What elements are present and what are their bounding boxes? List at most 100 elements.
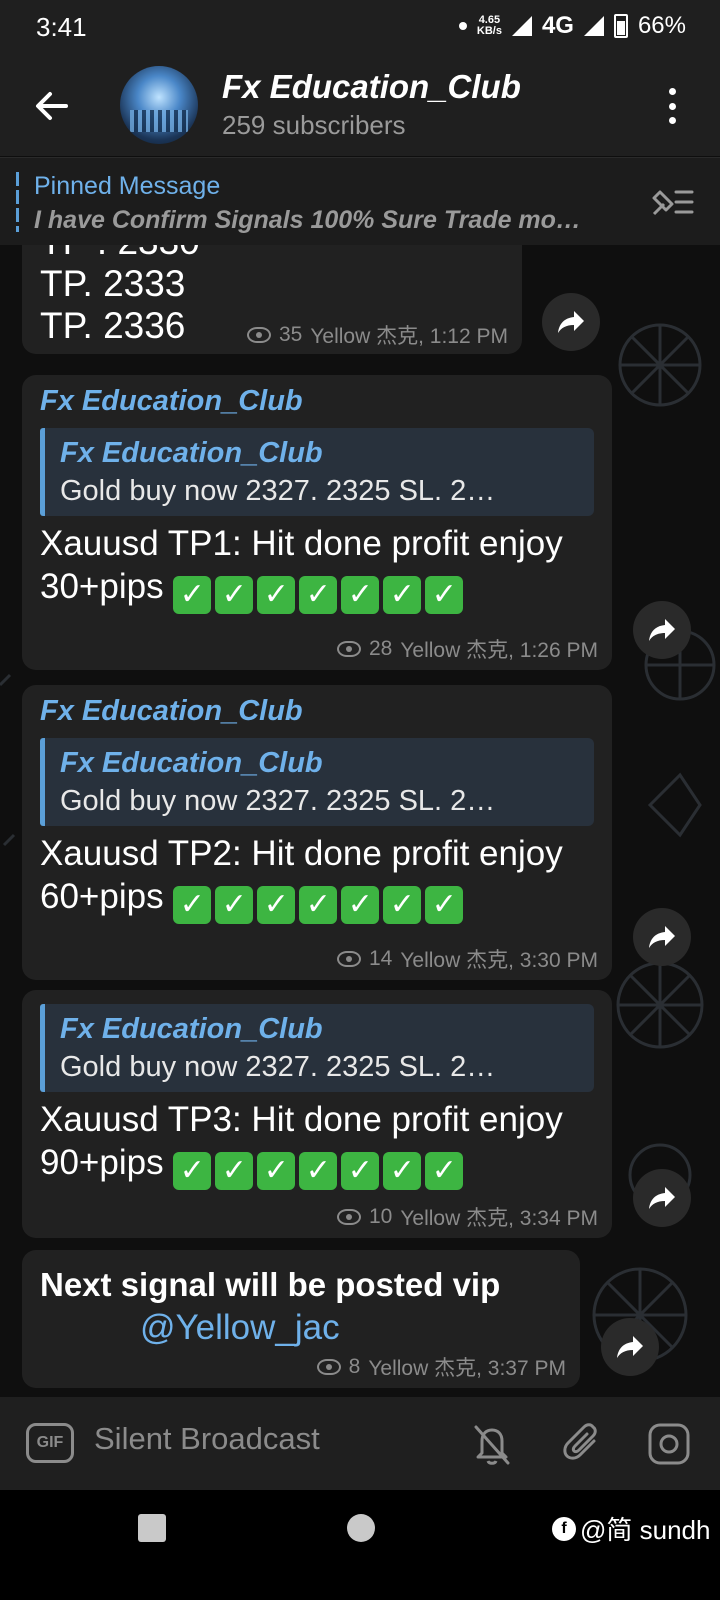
check-mark-icon: ✓: [215, 886, 254, 924]
pinned-text-content: I have Confirm Signals 100% Sure Trade m…: [34, 206, 581, 234]
forward-button[interactable]: [601, 1318, 659, 1376]
notification-dot-icon: [458, 22, 467, 30]
net-speed: 4.65 KB/s: [477, 15, 502, 37]
reply-preview[interactable]: Fx Education_Club Gold buy now 2327. 232…: [40, 738, 594, 826]
check-mark-icon: ✓: [299, 1152, 338, 1190]
message-input[interactable]: Silent Broadcast: [94, 1421, 320, 1457]
message-sender[interactable]: Fx Education_Club: [40, 385, 594, 418]
message-meta: 35 Yellow 杰克, 1:12 PM: [246, 320, 508, 350]
forward-button[interactable]: [633, 601, 691, 659]
message-next-signal[interactable]: Next signal will be posted vip @Yellow_j…: [22, 1250, 580, 1388]
check-mark-icon: ✓: [215, 576, 254, 614]
more-options-button[interactable]: [662, 86, 682, 126]
share-arrow-icon: [649, 619, 675, 641]
reply-title: Fx Education_Club: [60, 1013, 323, 1045]
chat-area[interactable]: TP . 2330 TP. 2333 TP. 2336 35 Yellow 杰克…: [0, 245, 720, 1397]
check-mark-icon: ✓: [257, 886, 296, 924]
attach-icon[interactable]: [560, 1421, 606, 1467]
message-tp1[interactable]: Fx Education_Club Fx Education_Club Gold…: [22, 375, 612, 670]
message-text: Next signal will be posted vip: [40, 1266, 501, 1303]
check-mark-icon: ✓: [173, 576, 212, 614]
message-partial[interactable]: TP . 2330 TP. 2333 TP. 2336 35 Yellow 杰克…: [22, 245, 522, 354]
pin-list-icon[interactable]: [648, 184, 696, 220]
status-bar: 3:41 4.65 KB/s 4G 66%: [0, 0, 720, 56]
watermark-logo-icon: f: [552, 1516, 576, 1541]
pinned-message-bar[interactable]: Pinned Message I have Confirm Signals 10…: [0, 157, 720, 245]
check-mark-icon: ✓: [257, 576, 296, 614]
forward-button[interactable]: [633, 1169, 691, 1227]
check-mark-icon: ✓: [425, 886, 464, 924]
message-meta: 8 Yellow 杰克, 3:37 PM: [316, 1352, 566, 1382]
check-mark-icon: ✓: [383, 576, 422, 614]
reply-preview[interactable]: Fx Education_Club Gold buy now 2327. 232…: [40, 428, 594, 516]
views-icon: [336, 951, 361, 967]
watermark-text: @简 sundh: [580, 1515, 711, 1545]
check-mark-icon: ✓: [383, 1152, 422, 1190]
check-mark-icon: ✓: [383, 886, 422, 924]
author-time: Yellow 杰克, 1:26 PM: [400, 639, 598, 662]
camera-icon[interactable]: [646, 1421, 692, 1467]
message-meta: 14 Yellow 杰克, 3:30 PM: [336, 944, 598, 974]
pinned-text: I have Confirm Signals 100% Sure Trade m…: [34, 206, 634, 235]
views-icon: [246, 327, 271, 343]
chat-header: Fx Education_Club 259 subscribers: [0, 56, 720, 156]
message-tp2[interactable]: Fx Education_Club Fx Education_Club Gold…: [22, 685, 612, 980]
network-type: 4G: [541, 12, 574, 39]
mention-link[interactable]: @Yellow_jac: [40, 1306, 562, 1350]
back-button[interactable]: [30, 84, 74, 128]
message-line: TP. 2333: [40, 263, 186, 304]
back-arrow-icon: [36, 92, 68, 120]
home-button[interactable]: [347, 1514, 375, 1542]
author-time: Yellow 杰克, 3:37 PM: [368, 1357, 566, 1380]
check-mark-icon: ✓: [215, 1152, 254, 1190]
share-arrow-icon: [649, 1187, 675, 1209]
kebab-dot-icon: [668, 117, 676, 124]
view-count: 35: [278, 323, 303, 346]
reply-title: Fx Education_Club: [60, 747, 323, 779]
forward-button[interactable]: [542, 293, 600, 351]
check-mark-icon: ✓: [299, 576, 338, 614]
battery-icon: [613, 14, 628, 38]
message-text: Xauusd TP3: Hit done profit enjoy 90+pip…: [40, 1098, 594, 1190]
reply-text: Gold buy now 2327. 2325 SL. 2…: [60, 785, 496, 817]
view-count: 14: [368, 947, 393, 970]
status-icons: 4.65 KB/s 4G 66%: [458, 12, 686, 40]
author-time: Yellow 杰克, 3:34 PM: [400, 1207, 598, 1230]
view-count: 10: [368, 1205, 393, 1228]
view-count: 28: [368, 637, 393, 660]
forward-button[interactable]: [633, 908, 691, 966]
channel-avatar[interactable]: [120, 66, 198, 144]
message-sender[interactable]: Fx Education_Club: [40, 695, 594, 728]
message-meta: 10 Yellow 杰克, 3:34 PM: [336, 1202, 598, 1232]
check-mark-icon: ✓: [341, 576, 380, 614]
check-mark-icon: ✓: [173, 886, 212, 924]
share-arrow-icon: [649, 926, 675, 948]
gif-icon[interactable]: GIF: [26, 1423, 74, 1463]
channel-title[interactable]: Fx Education_Club: [222, 68, 521, 106]
reply-preview[interactable]: Fx Education_Club Gold buy now 2327. 232…: [40, 1004, 594, 1092]
reply-text: Gold buy now 2327. 2325 SL. 2…: [60, 475, 496, 507]
status-time: 3:41: [36, 12, 87, 42]
check-mark-icon: ✓: [341, 1152, 380, 1190]
share-arrow-icon: [558, 311, 584, 333]
share-arrow-icon: [617, 1336, 643, 1358]
pinned-label: Pinned Message: [34, 172, 221, 200]
kebab-dot-icon: [668, 88, 676, 95]
author-time: Yellow 杰克, 3:30 PM: [400, 949, 598, 972]
check-mark-icon: ✓: [425, 1152, 464, 1190]
reply-text: Gold buy now 2327. 2325 SL. 2…: [60, 1051, 496, 1083]
reply-title: Fx Education_Club: [60, 437, 323, 469]
bell-off-icon[interactable]: [470, 1421, 514, 1467]
check-mark-icon: ✓: [425, 576, 464, 614]
net-speed-unit: KB/s: [476, 25, 502, 37]
input-bar: GIF Silent Broadcast: [0, 1397, 720, 1490]
message-text: Xauusd TP2: Hit done profit enjoy 60+pip…: [40, 832, 594, 924]
kebab-dot-icon: [668, 102, 676, 110]
views-icon: [316, 1359, 341, 1375]
check-mark-icon: ✓: [341, 886, 380, 924]
message-tp3[interactable]: Fx Education_Club Gold buy now 2327. 232…: [22, 990, 612, 1238]
subscriber-count: 259 subscribers: [222, 110, 406, 140]
recents-button[interactable]: [138, 1514, 166, 1542]
message-line-cut: TP . 2330: [40, 245, 504, 263]
views-icon: [336, 1209, 361, 1225]
